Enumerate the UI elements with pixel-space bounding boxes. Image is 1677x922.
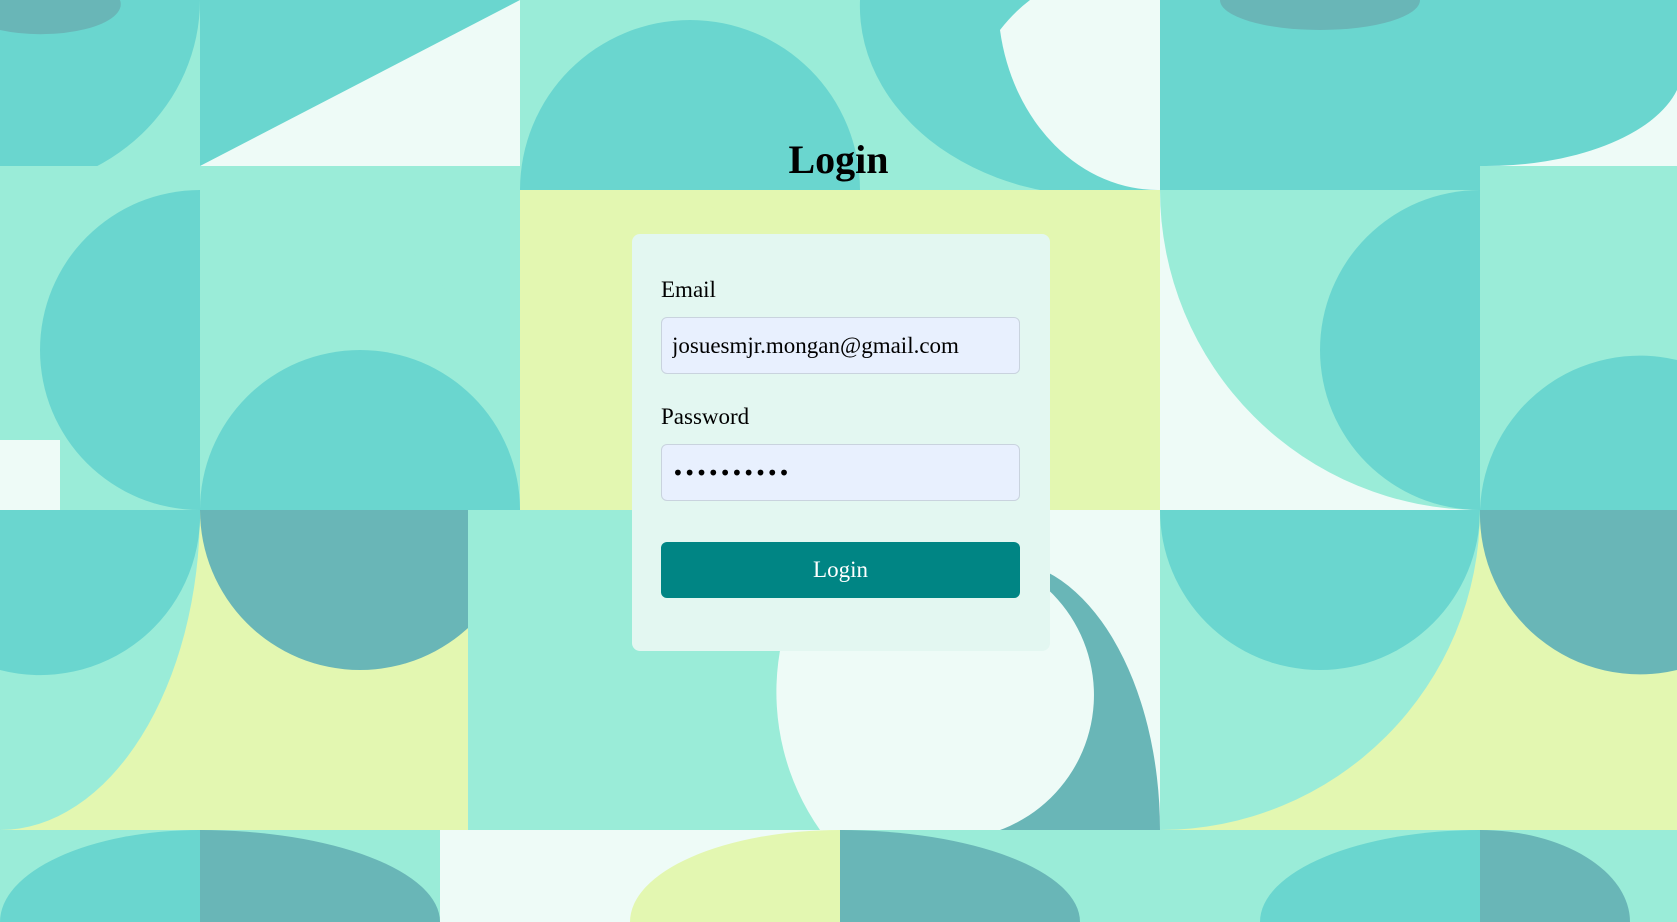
login-page: Login Email Password Login xyxy=(0,0,1677,922)
email-label: Email xyxy=(661,277,716,302)
login-button[interactable]: Login xyxy=(661,542,1020,598)
page-title: Login xyxy=(788,137,889,182)
login-form-card: Email Password Login xyxy=(632,234,1050,651)
email-field[interactable] xyxy=(661,317,1020,374)
password-field[interactable] xyxy=(661,444,1020,501)
password-label: Password xyxy=(661,404,750,429)
